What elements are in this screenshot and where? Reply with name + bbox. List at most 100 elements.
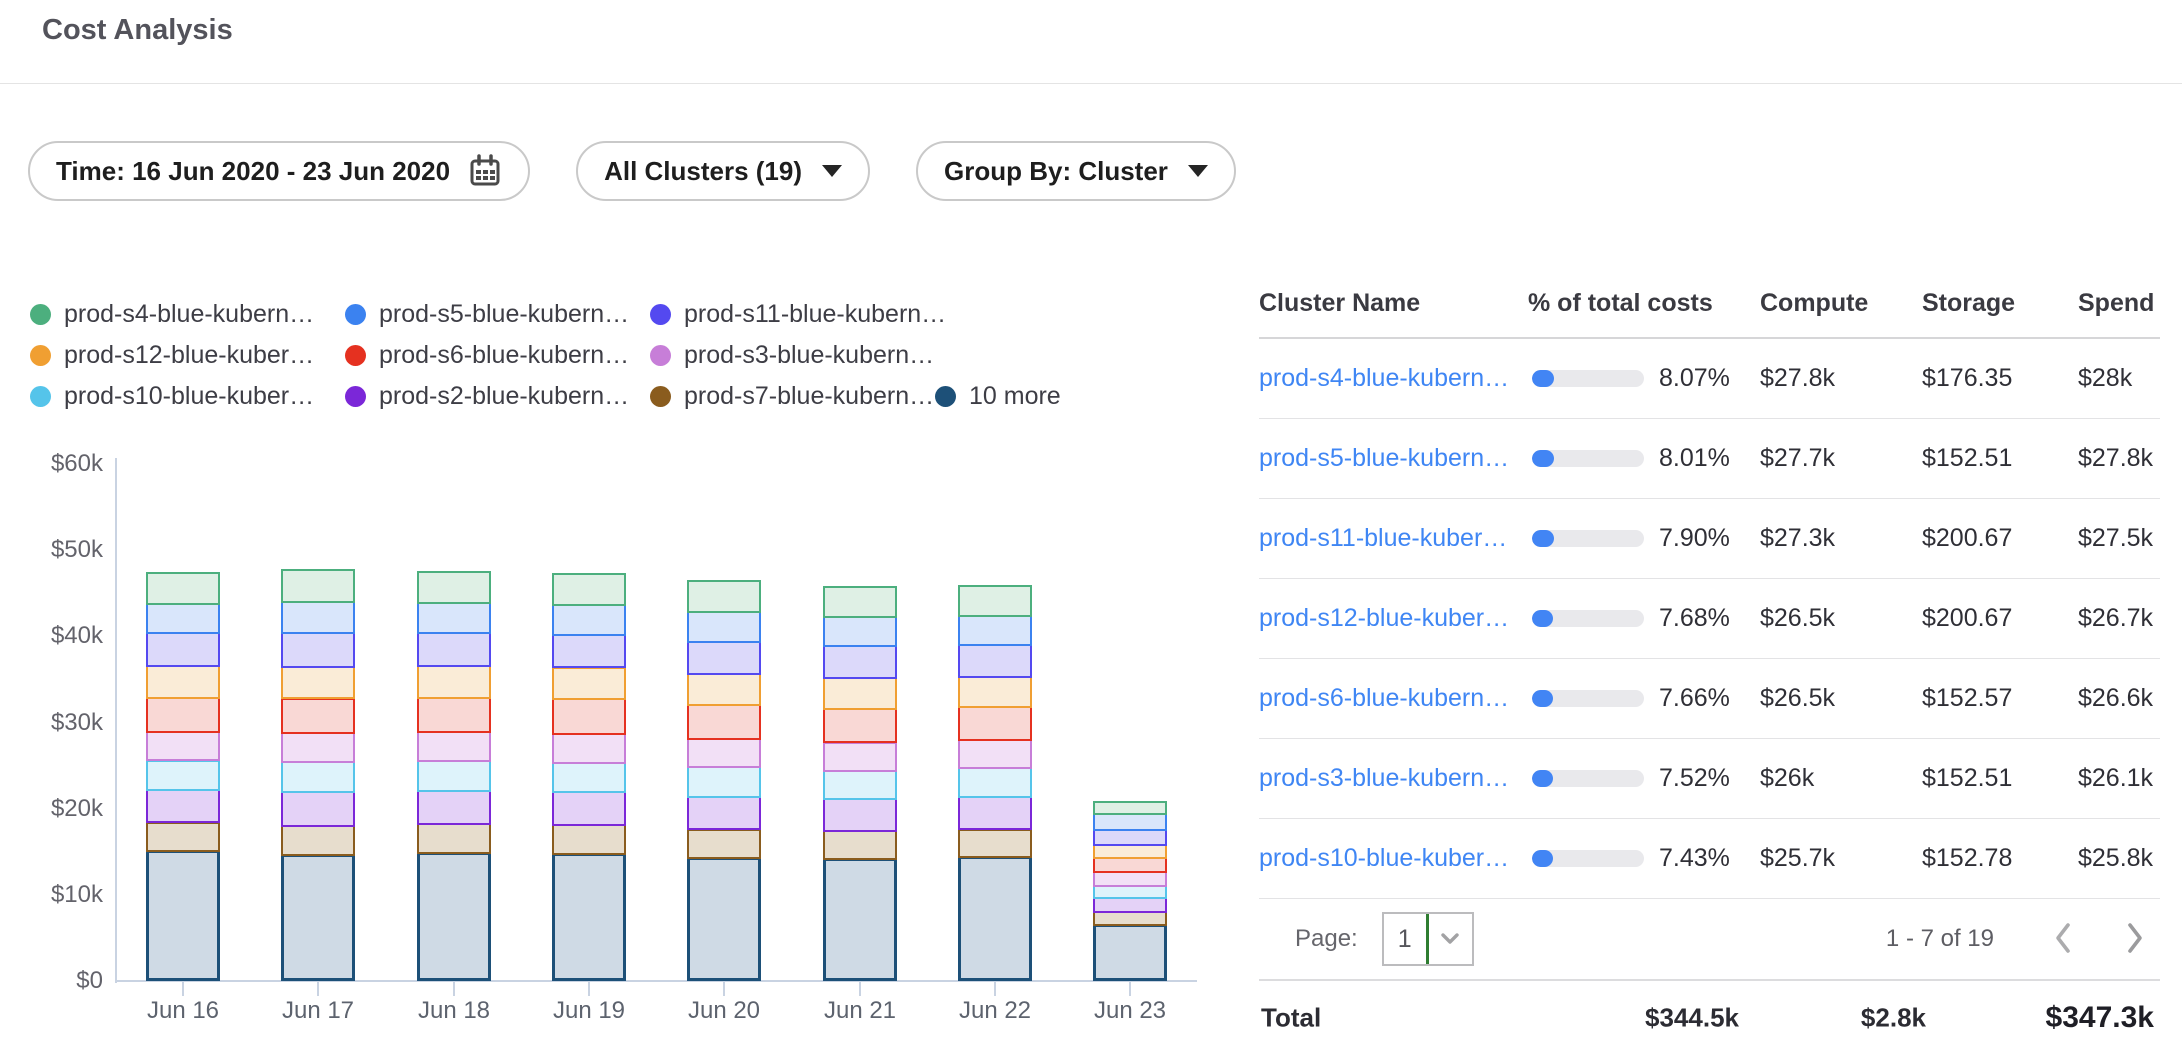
spend-value: $27.5k (2078, 524, 2160, 553)
y-axis-label: $50k (15, 536, 103, 564)
page-label: Page: (1295, 925, 1358, 953)
pct-value: 7.68% (1659, 604, 1730, 633)
pct-value: 8.07% (1659, 364, 1730, 393)
chevron-down-icon (1429, 933, 1472, 945)
storage-value: $152.51 (1922, 444, 2078, 473)
legend-label: prod-s7-blue-kubern… (684, 382, 934, 411)
bar-segment (146, 572, 220, 605)
table-row: prod-s12-blue-kuber…7.68%$26.5k$200.67$2… (1259, 579, 2160, 659)
pct-value: 7.43% (1659, 844, 1730, 873)
bar-segment (687, 641, 761, 676)
cluster-link[interactable]: prod-s5-blue-kubern… (1259, 444, 1509, 472)
table-row: prod-s6-blue-kubern…7.66%$26.5k$152.57$2… (1259, 659, 2160, 739)
legend-dot (345, 304, 366, 325)
pct-progress-bar (1532, 610, 1644, 627)
compute-value: $27.3k (1760, 524, 1922, 553)
compute-value: $27.8k (1760, 364, 1922, 393)
prev-page-button[interactable] (2052, 920, 2074, 959)
pct-progress-bar (1532, 370, 1644, 387)
clusters-filter-button[interactable]: All Clusters (19) (576, 141, 870, 201)
bar-segment (823, 742, 897, 772)
x-axis-label: Jun 20 (654, 997, 794, 1025)
legend-item: prod-s12-blue-kuber… (30, 340, 314, 370)
bar-segment (823, 586, 897, 618)
bar-segment (687, 673, 761, 706)
bar-segment (1093, 829, 1167, 846)
cluster-link[interactable]: prod-s11-blue-kuber… (1259, 524, 1507, 552)
bar-segment (552, 667, 626, 701)
bar-segment (552, 604, 626, 636)
legend-dot (30, 304, 51, 325)
bar-segment (281, 632, 355, 668)
bar-segment (687, 580, 761, 613)
cluster-link[interactable]: prod-s4-blue-kubern… (1259, 364, 1509, 392)
bar-segment (958, 739, 1032, 769)
storage-value: $200.67 (1922, 604, 2078, 633)
time-range-filter-button[interactable]: Time: 16 Jun 2020 - 23 Jun 2020 (28, 141, 530, 201)
legend-dot (345, 345, 366, 366)
pct-value: 7.66% (1659, 684, 1730, 713)
compute-value: $26k (1760, 764, 1922, 793)
legend-label: prod-s5-blue-kubern… (379, 300, 629, 329)
bar-segment (1093, 911, 1167, 926)
bar-segment (1093, 897, 1167, 913)
pct-progress-fill (1532, 450, 1554, 467)
pct-progress-fill (1532, 770, 1553, 787)
bar-segment (146, 822, 220, 852)
pct-value: 7.52% (1659, 764, 1730, 793)
table-row: prod-s10-blue-kuber…7.43%$25.7k$152.78$2… (1259, 819, 2160, 899)
total-compute-value: $344.5k (1579, 1003, 1739, 1034)
cluster-link[interactable]: prod-s6-blue-kubern… (1259, 684, 1509, 712)
bar-segment (417, 852, 491, 981)
next-page-button[interactable] (2124, 920, 2146, 959)
bar-segment (823, 798, 897, 832)
spend-value: $26.1k (2078, 764, 2160, 793)
pagination-bar: Page: 1 1 - 7 of 19 (1259, 899, 2160, 981)
bar-segment (687, 857, 761, 981)
bar-segment (552, 824, 626, 854)
pct-progress-fill (1532, 610, 1553, 627)
x-axis-tick (859, 982, 861, 996)
bar-segment (417, 760, 491, 791)
bar-segment (281, 791, 355, 827)
bar-segment (1093, 871, 1167, 888)
pct-progress-bar (1532, 770, 1644, 787)
pct-value: 8.01% (1659, 444, 1730, 473)
clusters-filter-label: All Clusters (19) (604, 156, 802, 187)
x-axis-tick (994, 982, 996, 996)
bar-segment (823, 830, 897, 860)
page-select[interactable]: 1 (1382, 912, 1474, 966)
cost-analysis-page: Cost Analysis Time: 16 Jun 2020 - 23 Jun… (0, 0, 2182, 1052)
bar-segment (958, 796, 1032, 831)
group-by-filter-button[interactable]: Group By: Cluster (916, 141, 1236, 201)
bar-segment (687, 829, 761, 859)
bar-segment (823, 858, 897, 981)
cluster-link[interactable]: prod-s12-blue-kuber… (1259, 604, 1509, 632)
pct-progress-fill (1532, 530, 1554, 547)
bar-segment (417, 731, 491, 762)
compute-value: $26.5k (1760, 684, 1922, 713)
x-axis-tick (588, 982, 590, 996)
bar-segment (417, 571, 491, 604)
pct-progress-bar (1532, 850, 1644, 867)
spend-value: $26.7k (2078, 604, 2160, 633)
cluster-link[interactable]: prod-s3-blue-kubern… (1259, 764, 1509, 792)
pct-progress-fill (1532, 850, 1553, 867)
storage-value: $152.78 (1922, 844, 2078, 873)
bar-segment (823, 708, 897, 744)
total-row: Total $344.5k $2.8k $347.3k (1259, 981, 2160, 1052)
bar-segment (552, 698, 626, 735)
storage-value: $200.67 (1922, 524, 2078, 553)
bar-segment (958, 644, 1032, 678)
x-axis-label: Jun 16 (113, 997, 253, 1025)
bar-segment (1093, 844, 1167, 859)
bar-segment (958, 615, 1032, 646)
bar-segment (146, 632, 220, 667)
bar-segment (687, 766, 761, 797)
bar-segment (417, 602, 491, 634)
legend-dot (345, 386, 366, 407)
cluster-link[interactable]: prod-s10-blue-kuber… (1259, 844, 1509, 872)
total-storage-value: $2.8k (1789, 1003, 1926, 1034)
x-axis-label: Jun 23 (1060, 997, 1200, 1025)
bar-segment (281, 825, 355, 856)
